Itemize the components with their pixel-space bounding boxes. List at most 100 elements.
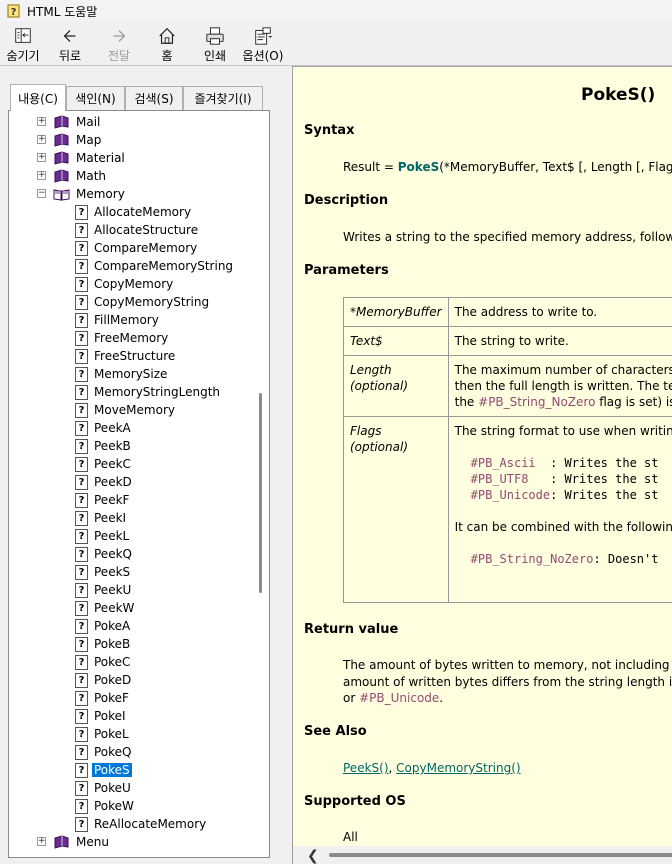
scroll-left-icon[interactable]: ❮: [307, 848, 319, 864]
tree-item[interactable]: ? PeekI: [75, 509, 128, 527]
expand-icon[interactable]: +: [37, 135, 46, 144]
param-desc-line: It can be combined with the following c: [454, 520, 672, 534]
tree-item[interactable]: ? CopyMemoryString: [75, 293, 211, 311]
table-row: Flags (optional) The string format to use…: [343, 416, 672, 603]
tree-item-label: PokeD: [94, 673, 132, 687]
content-horizontal-scrollbar[interactable]: ❮: [293, 846, 672, 864]
back-button[interactable]: 뒤로: [48, 26, 92, 64]
window-title: HTML 도움말: [27, 4, 98, 19]
flag-description: : Writes the st: [550, 488, 659, 502]
expand-icon[interactable]: +: [37, 171, 46, 180]
tree-book-open[interactable]: − Memory: [37, 185, 127, 203]
expand-icon[interactable]: +: [37, 837, 46, 846]
help-page-icon: ?: [75, 330, 88, 346]
tree-item-selected[interactable]: ? PokeS: [75, 761, 133, 779]
table-row: *MemoryBuffer The address to write to.: [343, 297, 672, 327]
expand-icon[interactable]: +: [37, 153, 46, 162]
help-page-icon: ?: [75, 258, 88, 274]
tree-item[interactable]: ? PeekF: [75, 491, 131, 509]
tree-item[interactable]: ? CopyMemory: [75, 275, 175, 293]
tree-item-label: ReAllocateMemory: [94, 817, 207, 831]
param-desc-line: The string format to use when writing t: [454, 424, 672, 438]
tab-search[interactable]: 검색(S): [125, 86, 183, 110]
pane-splitter[interactable]: [284, 66, 292, 864]
help-page-icon: ?: [75, 438, 88, 454]
tree-item[interactable]: ? PokeQ: [75, 743, 134, 761]
help-page-icon: ?: [75, 816, 88, 832]
expand-icon[interactable]: +: [37, 117, 46, 126]
tree-item[interactable]: ? FreeStructure: [75, 347, 177, 365]
book-icon: [54, 133, 69, 147]
param-desc-cell: The string format to use when writing t …: [447, 416, 672, 603]
tree-item[interactable]: ? MemoryStringLength: [75, 383, 222, 401]
tree-item[interactable]: ? PokeB: [75, 635, 132, 653]
tree-item-label: PokeA: [94, 619, 131, 633]
contents-tree[interactable]: + Mail + Map + Material + Math − Memory? AllocateM…: [9, 111, 253, 857]
tree-vertical-scrollbar[interactable]: [252, 111, 269, 857]
book-icon: [54, 835, 69, 849]
options-button[interactable]: 옵션(O): [241, 26, 285, 64]
tree-item-label: AllocateMemory: [94, 205, 192, 219]
tree-book[interactable]: + Mail: [37, 113, 102, 131]
help-page-icon: ?: [75, 312, 88, 328]
param-desc-cell: The maximum number of characters to then …: [447, 355, 672, 417]
help-page-icon: ?: [75, 348, 88, 364]
tree-item[interactable]: ? CompareMemoryString: [75, 257, 235, 275]
tree-item[interactable]: ? FreeMemory: [75, 329, 170, 347]
tree-item[interactable]: ? PeekC: [75, 455, 133, 473]
tree-item[interactable]: ? PeekW: [75, 599, 136, 617]
tree-book[interactable]: + Math: [37, 167, 108, 185]
tree-book[interactable]: + Map: [37, 131, 103, 149]
table-row: Length (optional) The maximum number of c…: [343, 355, 672, 417]
tree-item[interactable]: ? PokeD: [75, 671, 133, 689]
tree-item[interactable]: ? PokeU: [75, 779, 133, 797]
tree-item-label: FillMemory: [94, 313, 159, 327]
collapse-icon[interactable]: −: [37, 189, 46, 198]
param-name: *MemoryBuffer: [343, 297, 449, 327]
tree-item[interactable]: ? PeekU: [75, 581, 133, 599]
print-button[interactable]: 인쇄: [193, 26, 237, 64]
tree-item[interactable]: ? MoveMemory: [75, 401, 177, 419]
tree-item[interactable]: ? PokeI: [75, 707, 128, 725]
flag-constant: #PB_Unicode: [470, 488, 551, 502]
tree-item[interactable]: ? PeekB: [75, 437, 133, 455]
tree-item[interactable]: ? AllocateMemory: [75, 203, 193, 221]
see-also-link-copymemorystring[interactable]: CopyMemoryString(): [396, 761, 520, 775]
tree-item[interactable]: ? PokeL: [75, 725, 131, 743]
tree-item[interactable]: ? AllocateStructure: [75, 221, 200, 239]
tree-item[interactable]: ? PokeC: [75, 653, 132, 671]
tab-contents[interactable]: 내용(C): [10, 84, 66, 111]
forward-button[interactable]: 전달: [97, 26, 141, 64]
tree-item-label: AllocateStructure: [94, 223, 199, 237]
param-name: Flags: [350, 424, 382, 438]
tree-item[interactable]: ? MemorySize: [75, 365, 169, 383]
open-book-icon: [53, 189, 70, 201]
tree-item[interactable]: ? PokeW: [75, 797, 136, 815]
tree-item[interactable]: ? PeekS: [75, 563, 132, 581]
tree-item[interactable]: ? ReAllocateMemory: [75, 815, 208, 833]
tree-book[interactable]: + Material: [37, 149, 127, 167]
tree-book[interactable]: + Menu: [37, 833, 111, 851]
syntax-function[interactable]: PokeS: [398, 160, 439, 174]
tree-item[interactable]: ? PokeF: [75, 689, 131, 707]
tree-item[interactable]: ? PeekD: [75, 473, 134, 491]
tree-item[interactable]: ? PeekA: [75, 419, 133, 437]
tree-item[interactable]: ? PeekQ: [75, 545, 134, 563]
tree-item[interactable]: ? PeekL: [75, 527, 131, 545]
syntax-heading: Syntax: [304, 123, 355, 138]
tab-favorites[interactable]: 즐겨찾기(I): [183, 86, 263, 110]
back-arrow-icon: [63, 30, 76, 42]
syntax-line: Result = PokeS(*MemoryBuffer, Text$ [, L…: [343, 159, 672, 176]
tree-item[interactable]: ? PokeA: [75, 617, 132, 635]
tab-index[interactable]: 색인(N): [66, 86, 125, 110]
tree-item[interactable]: ? FillMemory: [75, 311, 161, 329]
tree-item[interactable]: ? CompareMemory: [75, 239, 199, 257]
return-prefix: or: [343, 691, 360, 705]
see-also-link-peeks[interactable]: PeekS(): [343, 761, 389, 775]
flag-constant: #PB_UTF8: [470, 472, 529, 486]
tree-scroll-thumb[interactable]: [259, 393, 262, 593]
content-scroll-thumb[interactable]: [329, 853, 672, 857]
param-name-cell: Length (optional): [343, 355, 449, 417]
hide-button[interactable]: 숨기기: [1, 26, 45, 64]
home-button[interactable]: 홈: [145, 26, 189, 64]
